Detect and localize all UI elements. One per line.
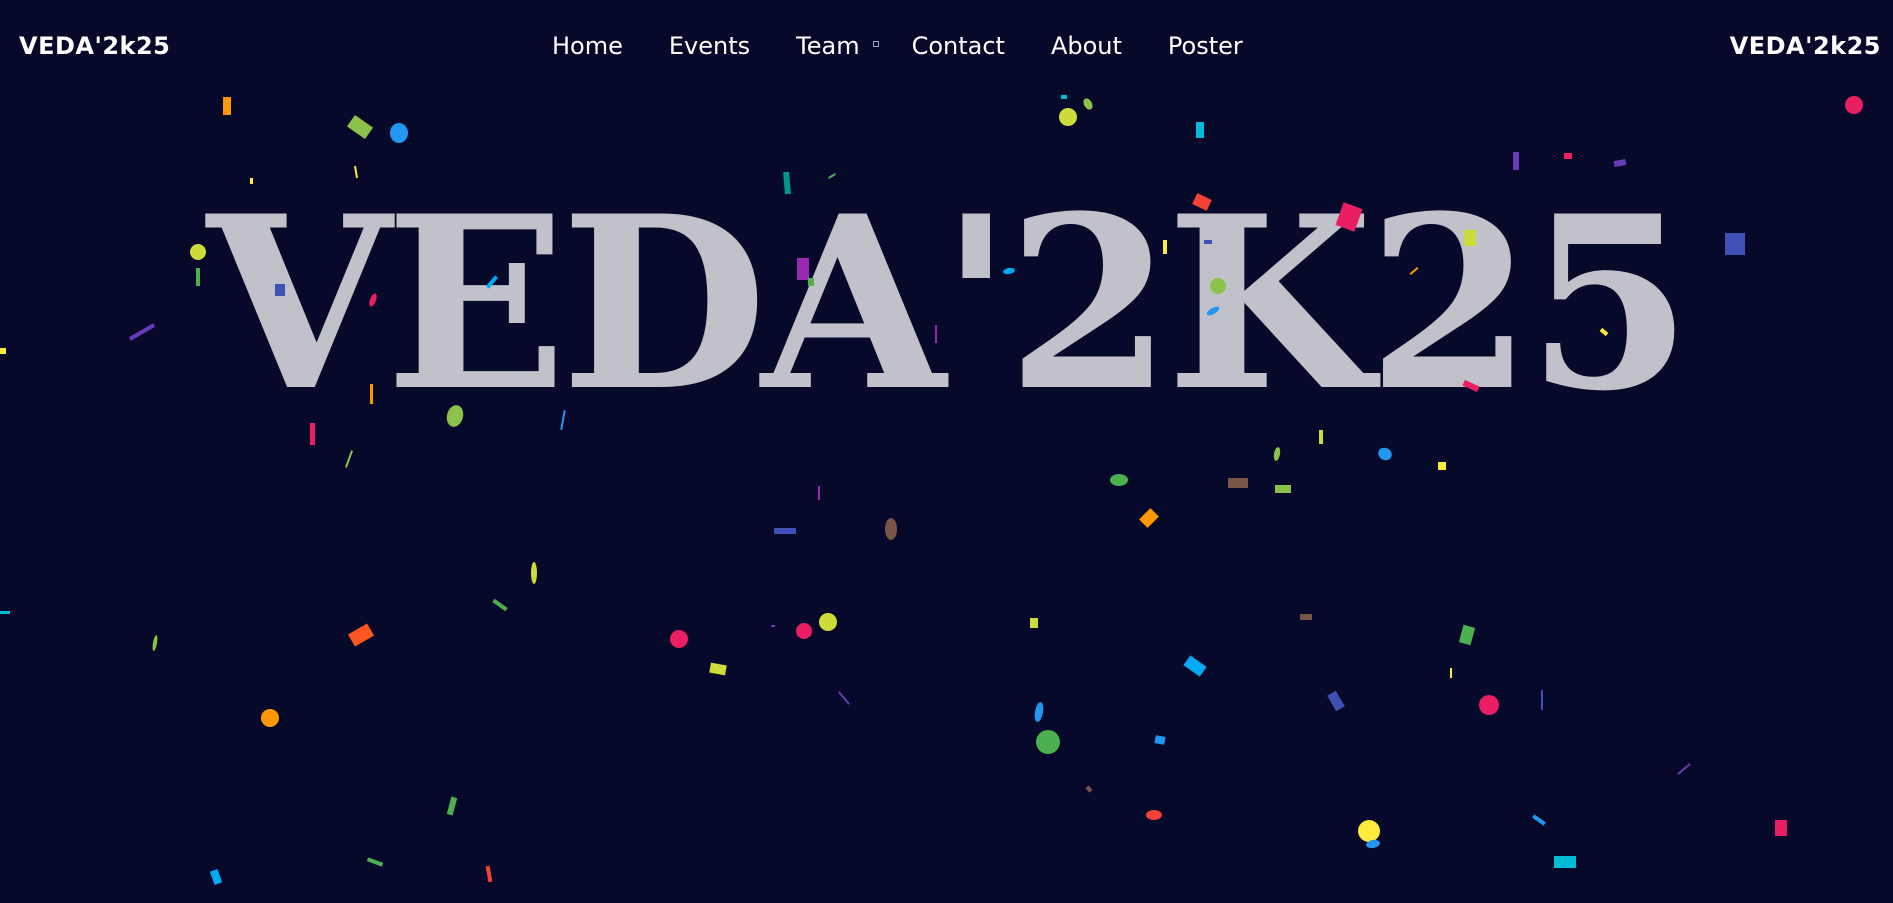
- confetti-piece: [1183, 655, 1207, 677]
- confetti-piece: [1479, 695, 1499, 715]
- confetti-piece: [346, 114, 374, 140]
- confetti-piece: [1458, 624, 1476, 646]
- confetti-piece: [1275, 485, 1291, 493]
- confetti-piece: [670, 630, 688, 648]
- confetti-piece: [1033, 701, 1045, 723]
- confetti-piece: [492, 598, 508, 612]
- confetti-piece: [366, 857, 384, 867]
- confetti-piece: [446, 796, 458, 816]
- confetti-piece: [209, 869, 223, 885]
- confetti-piece: [1110, 474, 1128, 486]
- confetti-piece: [819, 613, 837, 631]
- navbar: VEDA'2k25 Home Events Team Contact About…: [0, 0, 1893, 100]
- confetti-piece: [1375, 445, 1395, 463]
- confetti-piece: [1775, 820, 1787, 836]
- confetti-piece: [1554, 856, 1576, 868]
- confetti-piece: [1139, 508, 1159, 528]
- confetti-piece: [1541, 690, 1543, 710]
- brand-logo-right[interactable]: VEDA'2k25: [1730, 34, 1881, 58]
- confetti-piece: [531, 562, 537, 584]
- confetti-piece: [885, 518, 897, 540]
- confetti-piece: [838, 691, 850, 705]
- confetti-piece: [1438, 462, 1446, 470]
- confetti-piece: [1146, 810, 1162, 820]
- confetti-piece: [1358, 820, 1380, 842]
- confetti-overlay: [0, 0, 1893, 903]
- confetti-piece: [1036, 730, 1060, 754]
- confetti-piece: [1300, 614, 1312, 620]
- nav-dropdown-marker-icon: [872, 41, 879, 47]
- confetti-piece: [390, 123, 408, 143]
- confetti-piece: [1154, 735, 1166, 745]
- confetti-piece: [1532, 814, 1546, 826]
- confetti-piece: [0, 611, 10, 614]
- nav-link-team[interactable]: Team: [796, 34, 859, 58]
- confetti-piece: [344, 450, 354, 468]
- brand-logo-left[interactable]: VEDA'2k25: [19, 34, 170, 58]
- confetti-piece: [1196, 122, 1204, 138]
- confetti-piece: [261, 709, 279, 727]
- confetti-piece: [771, 625, 775, 627]
- confetti-piece: [485, 865, 493, 883]
- nav-link-poster[interactable]: Poster: [1168, 34, 1243, 58]
- confetti-piece: [1327, 690, 1345, 712]
- confetti-piece: [1564, 153, 1572, 159]
- confetti-piece: [1450, 668, 1452, 678]
- confetti-piece: [1677, 763, 1691, 775]
- confetti-piece: [709, 662, 727, 676]
- nav-link-events[interactable]: Events: [669, 34, 750, 58]
- confetti-piece: [774, 528, 796, 534]
- confetti-piece: [796, 623, 812, 639]
- nav-link-about[interactable]: About: [1051, 34, 1122, 58]
- nav-link-home[interactable]: Home: [552, 34, 623, 58]
- confetti-piece: [151, 634, 159, 652]
- nav-links: Home Events Team Contact About Poster: [552, 34, 1243, 58]
- confetti-piece: [1030, 618, 1038, 628]
- confetti-piece: [1272, 446, 1282, 462]
- hero-title: VEDA'2K25: [206, 165, 1693, 444]
- confetti-piece: [1085, 785, 1093, 793]
- confetti-piece: [1228, 478, 1248, 488]
- confetti-piece: [1365, 838, 1381, 850]
- confetti-piece: [1059, 108, 1077, 126]
- confetti-piece: [818, 486, 820, 500]
- nav-link-contact[interactable]: Contact: [912, 34, 1005, 58]
- confetti-piece: [347, 623, 375, 647]
